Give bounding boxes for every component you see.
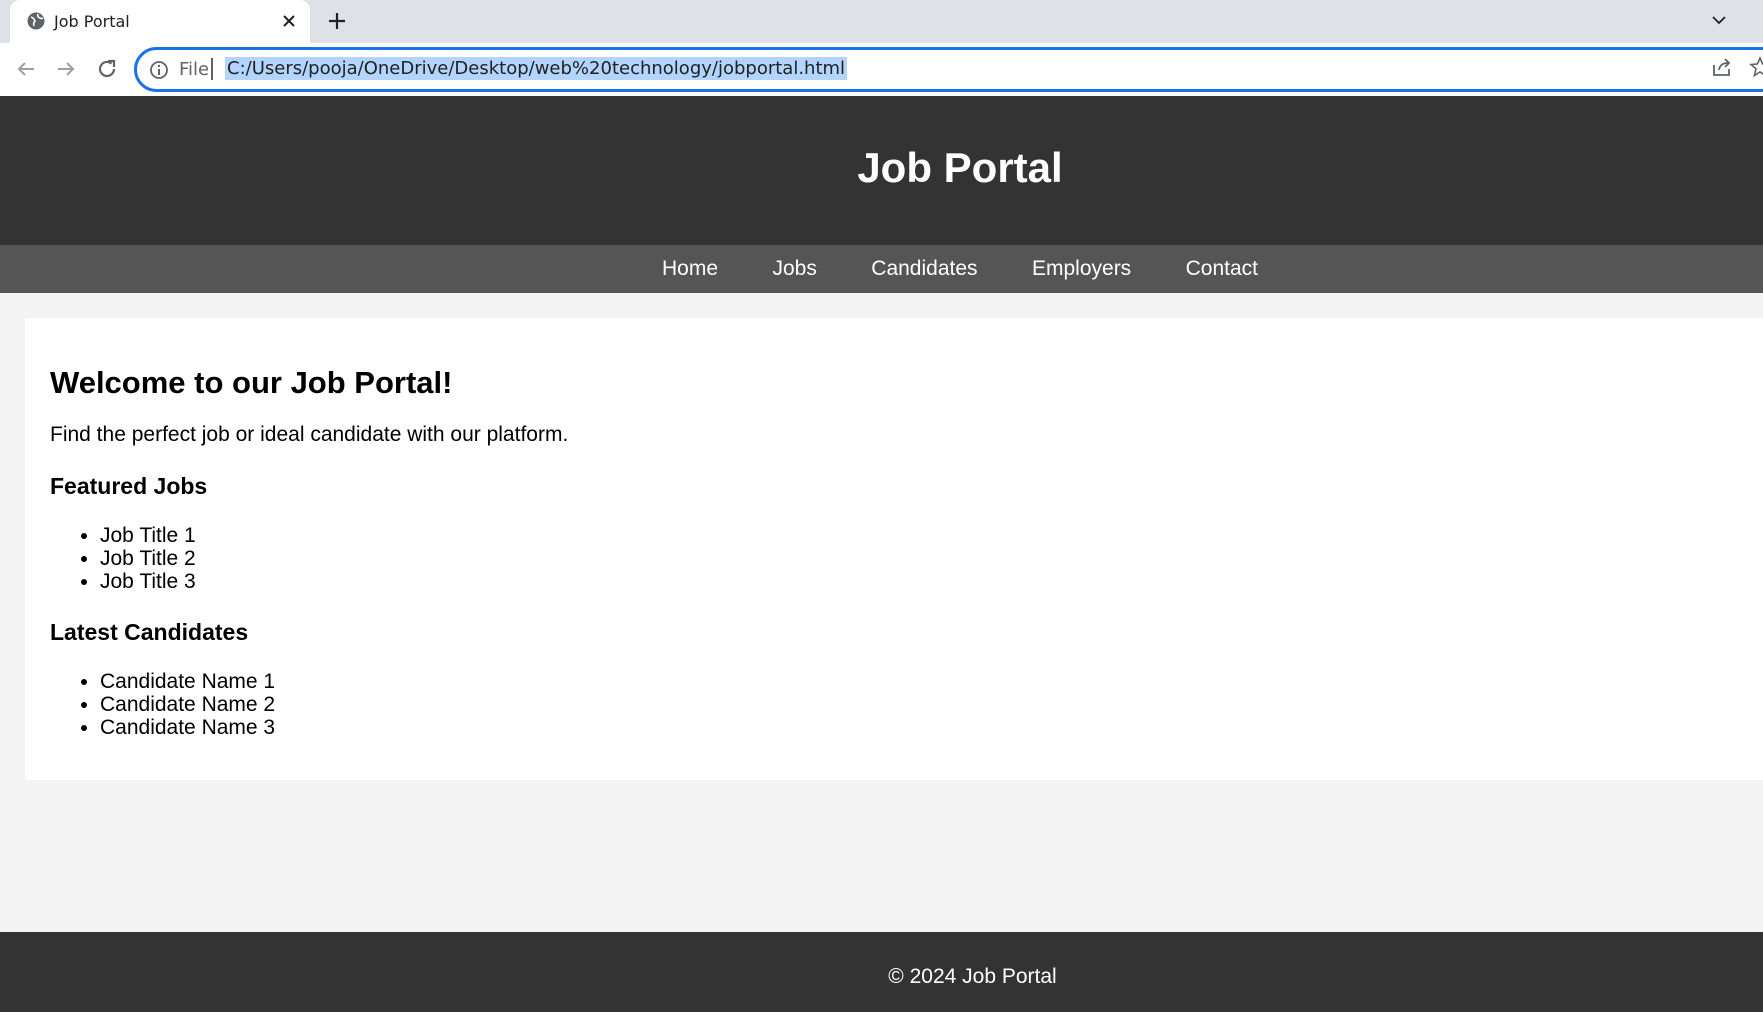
site-footer: © 2024 Job Portal [0,932,1763,1012]
browser-tab[interactable]: Job Portal [10,0,310,43]
forward-icon[interactable] [52,55,80,83]
latest-candidates-list: Candidate Name 1 Candidate Name 2 Candid… [50,670,1760,739]
share-icon[interactable] [1710,55,1734,79]
list-item: Job Title 2 [100,547,1760,570]
globe-icon [27,12,45,30]
url-text[interactable]: C:/Users/pooja/OneDrive/Desktop/web%20te… [225,57,848,80]
nav-link-candidates[interactable]: Candidates [871,257,977,281]
list-item: Candidate Name 3 [100,716,1760,739]
address-bar[interactable]: File C:/Users/pooja/OneDrive/Desktop/web… [134,47,1763,92]
site-header: Job Portal [0,96,1763,245]
list-item: Job Title 1 [100,524,1760,547]
browser-toolbar: File C:/Users/pooja/OneDrive/Desktop/web… [0,43,1763,96]
reload-icon[interactable] [93,55,121,83]
main-content: Welcome to our Job Portal! Find the perf… [25,318,1763,780]
file-scheme-label: File [179,59,210,80]
footer-copyright: © 2024 Job Portal [888,965,1057,988]
nav-links: Home Jobs Candidates Employers Contact [0,257,1763,281]
list-item: Job Title 3 [100,570,1760,593]
featured-jobs-heading: Featured Jobs [50,473,208,499]
intro-text: Find the perfect job or ideal candidate … [50,423,569,446]
site-title: Job Portal [857,144,1063,191]
chevron-down-icon[interactable] [1708,9,1730,31]
address-separator [211,58,213,80]
welcome-heading: Welcome to our Job Portal! [50,365,453,400]
close-icon[interactable] [280,12,298,30]
list-item: Candidate Name 1 [100,670,1760,693]
nav-link-contact[interactable]: Contact [1186,257,1258,281]
nav-link-jobs[interactable]: Jobs [772,257,816,281]
bookmark-star-icon[interactable] [1748,55,1763,79]
latest-candidates-heading: Latest Candidates [50,619,249,645]
browser-tab-strip: Job Portal [0,0,1763,43]
back-icon[interactable] [12,55,40,83]
list-item: Candidate Name 2 [100,693,1760,716]
site-nav: Home Jobs Candidates Employers Contact [0,245,1763,293]
tab-title: Job Portal [54,12,130,31]
info-icon[interactable] [149,60,169,80]
featured-jobs-list: Job Title 1 Job Title 2 Job Title 3 [50,524,1760,593]
nav-link-employers[interactable]: Employers [1032,257,1131,281]
new-tab-icon[interactable] [326,10,348,32]
nav-link-home[interactable]: Home [662,257,718,281]
